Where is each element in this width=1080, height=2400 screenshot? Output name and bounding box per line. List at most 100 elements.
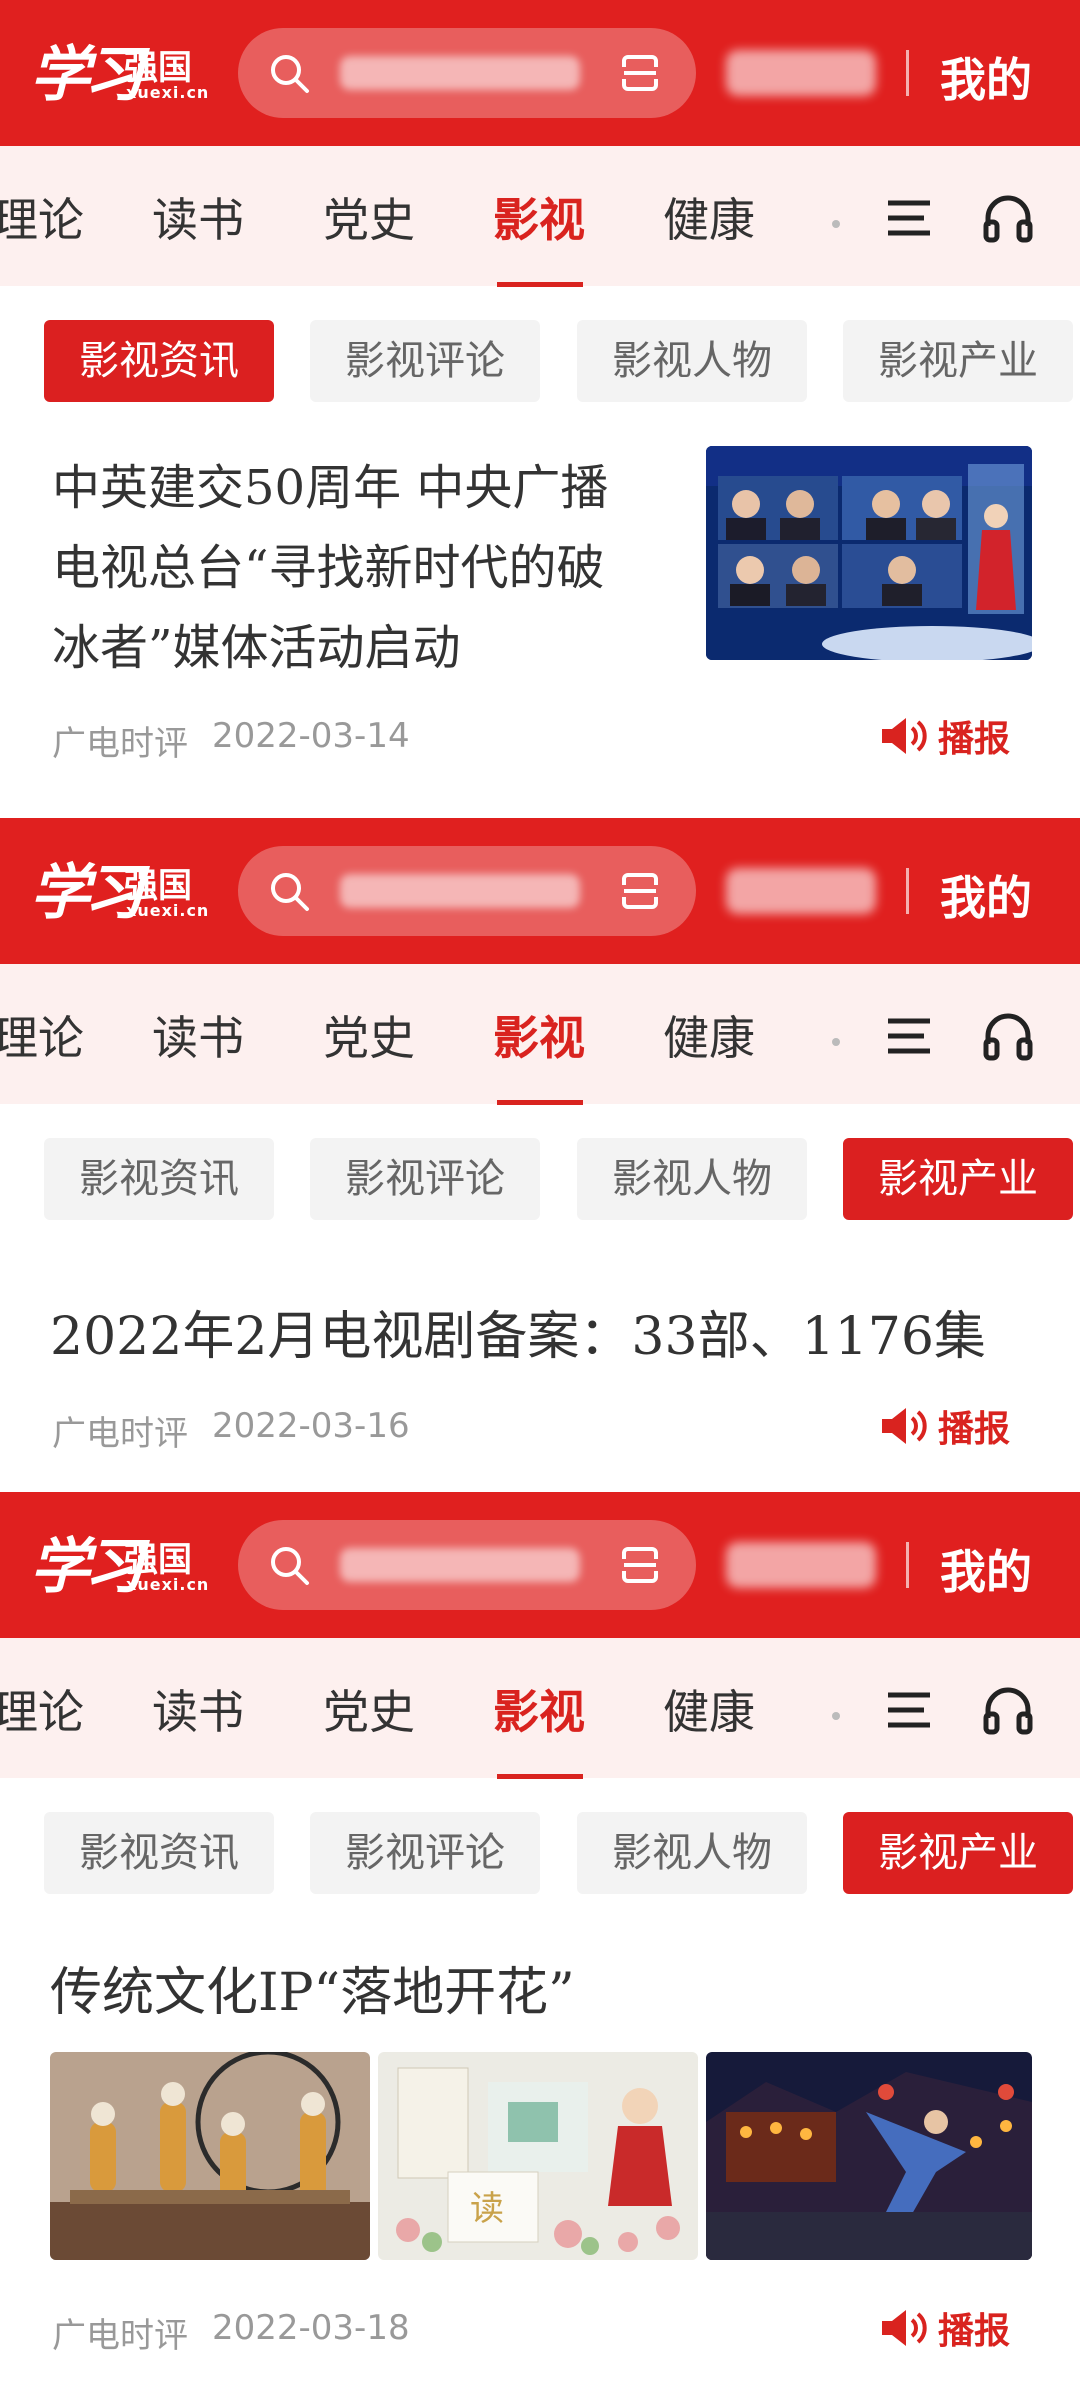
tab-health[interactable]: 健康 xyxy=(663,1676,755,1742)
xuexi-logo[interactable]: 学习 强国 xuexi.cn xyxy=(30,1518,208,1608)
xuexi-logo[interactable]: 学习 强国 xuexi.cn xyxy=(30,844,208,934)
chip-film-review[interactable]: 影视评论 xyxy=(310,320,540,402)
article-thumbnail-exhibit: 读 xyxy=(378,2052,698,2260)
tab-health[interactable]: 健康 xyxy=(663,184,755,250)
svg-text:读: 读 xyxy=(470,2189,504,2229)
logo-brand: 强国 xyxy=(124,48,192,88)
screen-panel-1: 学习 强国 xuexi.cn 我的 理论 读书 党史 影视 健康 影视资讯 影视… xyxy=(0,0,1080,818)
chip-film-people[interactable]: 影视人物 xyxy=(577,320,807,402)
chip-film-people[interactable]: 影视人物 xyxy=(577,1138,807,1220)
tab-film-tv[interactable]: 影视 xyxy=(493,184,585,250)
chip-film-news[interactable]: 影视资讯 xyxy=(44,1138,274,1220)
article-title: 2022年2月电视剧备案：33部、1176集 xyxy=(50,1307,986,1367)
account-button[interactable]: 我的 xyxy=(940,862,1032,928)
speaker-icon xyxy=(882,718,927,754)
logo-brand: 强国 xyxy=(124,1540,192,1580)
tab-reading[interactable]: 读书 xyxy=(152,184,244,250)
chip-film-news[interactable]: 影视资讯 xyxy=(44,320,274,402)
speaker-icon xyxy=(882,1408,927,1444)
tab-health[interactable]: 健康 xyxy=(663,1002,755,1068)
chip-film-people[interactable]: 影视人物 xyxy=(577,1812,807,1894)
tab-film-tv[interactable]: 影视 xyxy=(493,1676,585,1742)
search-bar[interactable] xyxy=(238,1520,696,1610)
tab-reading[interactable]: 读书 xyxy=(152,1002,244,1068)
search-bar[interactable] xyxy=(238,28,696,118)
chip-film-industry[interactable]: 影视产业 xyxy=(843,1138,1073,1220)
speaker-icon xyxy=(882,2310,927,2346)
screen-panel-2: 学习 强国 xuexi.cn 我的 理论 读书 党史 影视 健康 影视资讯 影视… xyxy=(0,818,1080,1492)
header-divider xyxy=(906,50,909,96)
logo-domain: xuexi.cn xyxy=(126,1575,210,1594)
tab-party-history[interactable]: 党史 xyxy=(323,184,415,250)
tab-theory[interactable]: 理论 xyxy=(0,1676,84,1742)
article-source: 广电时评 xyxy=(52,724,188,764)
menu-icon[interactable] xyxy=(886,198,932,238)
tab-theory[interactable]: 理论 xyxy=(0,184,84,250)
article-date: 2022-03-18 xyxy=(212,2308,410,2348)
article-thumbnail-broadcast xyxy=(706,446,1032,660)
scan-icon[interactable] xyxy=(620,871,660,911)
screen-panel-3: 学习 强国 xuexi.cn 我的 理论 读书 党史 影视 健康 影视资讯 影视… xyxy=(0,1492,1080,2400)
article-title-line-1: 中英建交50周年 中央广播 xyxy=(52,460,609,516)
search-icon xyxy=(271,873,309,911)
header-divider xyxy=(906,1542,909,1588)
chip-film-news[interactable]: 影视资讯 xyxy=(44,1812,274,1894)
broadcast-label: 播报 xyxy=(938,719,1011,760)
broadcast-button[interactable]: 播报 xyxy=(880,710,1010,762)
menu-icon[interactable] xyxy=(886,1690,932,1730)
top-bar: 学习 强国 xuexi.cn 我的 xyxy=(0,818,1080,964)
chip-film-industry[interactable]: 影视产业 xyxy=(843,320,1073,402)
broadcast-label: 播报 xyxy=(938,2311,1011,2352)
logo-calligraphy: 学习 xyxy=(30,1532,144,1602)
tab-theory[interactable]: 理论 xyxy=(0,1002,84,1068)
article-source: 广电时评 xyxy=(52,2316,188,2356)
scan-icon[interactable] xyxy=(620,1545,660,1585)
article-thumbnail-night-show xyxy=(706,2052,1032,2260)
account-button[interactable]: 我的 xyxy=(940,44,1032,110)
active-tab-indicator xyxy=(497,1100,583,1105)
header-divider xyxy=(906,868,909,914)
tab-film-tv[interactable]: 影视 xyxy=(493,1002,585,1068)
article-title-line-3: 冰者”媒体活动启动 xyxy=(52,620,461,676)
broadcast-label: 播报 xyxy=(938,1409,1011,1450)
broadcast-button[interactable]: 播报 xyxy=(880,2302,1010,2354)
search-placeholder-redacted xyxy=(340,1548,580,1582)
active-tab-indicator xyxy=(497,1774,583,1779)
article-title-line-2: 电视总台“寻找新时代的破 xyxy=(52,540,605,596)
xuexi-logo[interactable]: 学习 强国 xuexi.cn xyxy=(30,26,208,116)
tab-party-history[interactable]: 党史 xyxy=(323,1002,415,1068)
active-tab-indicator xyxy=(497,282,583,287)
headset-icon[interactable] xyxy=(982,1010,1034,1062)
channel-nav: 理论 读书 党史 影视 健康 xyxy=(0,1638,1080,1779)
article-title: 传统文化IP“落地开花” xyxy=(50,1963,575,2023)
logo-calligraphy: 学习 xyxy=(30,858,144,928)
broadcast-button[interactable]: 播报 xyxy=(880,1400,1010,1452)
logo-domain: xuexi.cn xyxy=(126,83,210,102)
logo-brand: 强国 xyxy=(124,866,192,906)
tab-party-history[interactable]: 党史 xyxy=(323,1676,415,1742)
username-redacted xyxy=(726,50,876,96)
scan-icon[interactable] xyxy=(620,53,660,93)
more-dot xyxy=(832,1038,840,1046)
headset-icon[interactable] xyxy=(982,192,1034,244)
tab-reading[interactable]: 读书 xyxy=(152,1676,244,1742)
channel-nav: 理论 读书 党史 影视 健康 xyxy=(0,146,1080,287)
logo-domain: xuexi.cn xyxy=(126,901,210,920)
more-dot xyxy=(832,1712,840,1720)
search-icon xyxy=(271,1547,309,1585)
headset-icon[interactable] xyxy=(982,1684,1034,1736)
menu-icon[interactable] xyxy=(886,1016,932,1056)
account-button[interactable]: 我的 xyxy=(940,1536,1032,1602)
chip-film-review[interactable]: 影视评论 xyxy=(310,1812,540,1894)
chip-film-review[interactable]: 影视评论 xyxy=(310,1138,540,1220)
article-source: 广电时评 xyxy=(52,1414,188,1454)
search-icon xyxy=(271,55,309,93)
chip-film-industry[interactable]: 影视产业 xyxy=(843,1812,1073,1894)
top-bar: 学习 强国 xuexi.cn 我的 xyxy=(0,0,1080,146)
article-date: 2022-03-16 xyxy=(212,1406,410,1446)
top-bar: 学习 强国 xuexi.cn 我的 xyxy=(0,1492,1080,1638)
search-placeholder-redacted xyxy=(340,56,580,90)
article-thumbnail-figurines xyxy=(50,2052,370,2260)
search-placeholder-redacted xyxy=(340,874,580,908)
search-bar[interactable] xyxy=(238,846,696,936)
